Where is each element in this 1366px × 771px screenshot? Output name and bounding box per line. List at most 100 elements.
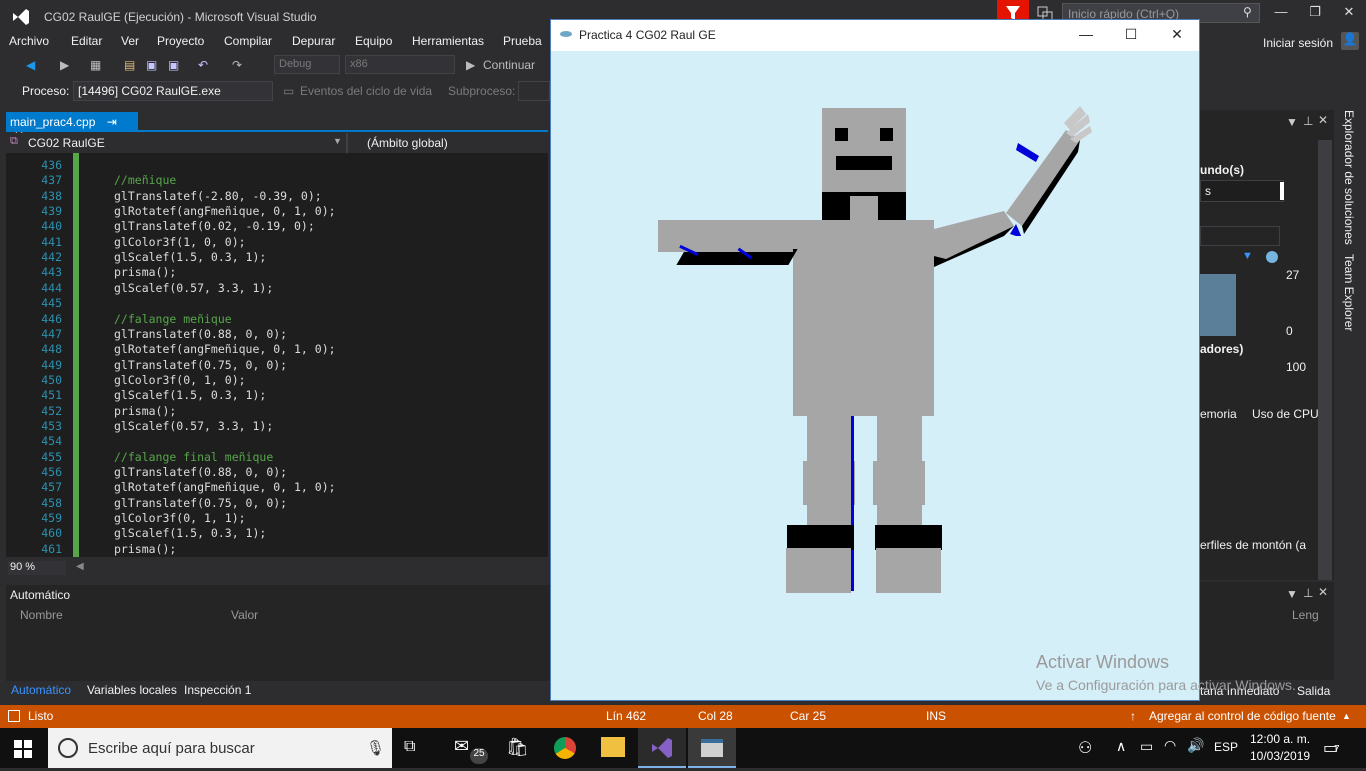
column-value[interactable]: Valor [231, 608, 258, 622]
menu-editar[interactable]: Editar [71, 32, 102, 52]
code-line[interactable]: glScalef(1.5, 0.3, 1); [114, 250, 266, 264]
column-language[interactable]: Leng [1292, 608, 1319, 622]
tab-autos[interactable]: Automático [11, 683, 71, 697]
visual-studio-taskbar-button[interactable] [638, 728, 686, 768]
forward-icon[interactable]: ▶ [60, 54, 69, 76]
process-select[interactable]: [14496] CG02 RaulGE.exe [73, 81, 273, 101]
menu-prueba[interactable]: Prueba [503, 32, 542, 52]
people-icon[interactable]: ⚇ [1078, 738, 1092, 758]
new-project-icon[interactable]: ▦ [90, 54, 101, 76]
menu-proyecto[interactable]: Proyecto [157, 32, 204, 52]
clock-time[interactable]: 12:00 a. m. [1250, 732, 1310, 746]
volume-icon[interactable]: 🔊 [1187, 737, 1204, 754]
add-source-control-button[interactable]: Agregar al control de código fuente [1149, 709, 1336, 723]
zoom-select[interactable]: 90 % [8, 561, 66, 575]
clock-date[interactable]: 10/03/2019 [1250, 749, 1310, 763]
thread-select[interactable] [518, 81, 550, 101]
close-panel-icon[interactable]: ✕ [1318, 113, 1328, 127]
tab-cpu[interactable]: Uso de CPU [1252, 407, 1319, 421]
code-line[interactable]: glTranslatef(0.75, 0, 0); [114, 496, 287, 510]
filter-input[interactable] [1200, 226, 1280, 246]
dropdown-icon[interactable]: ▼ [1286, 587, 1298, 601]
code-line[interactable]: glTranslatef(0.75, 0, 0); [114, 358, 287, 372]
lifecycle-events-button[interactable]: Eventos del ciclo de vida [300, 84, 432, 98]
menu-herramientas[interactable]: Herramientas [412, 32, 484, 52]
code-line[interactable]: glColor3f(0, 1, 1); [114, 511, 246, 525]
code-line[interactable]: glRotatef(angFmeñique, 0, 1, 0); [114, 342, 336, 356]
task-view-icon[interactable]: ⧉ [404, 738, 415, 756]
scroll-left-icon[interactable]: ◀ [76, 561, 84, 572]
code-line[interactable]: //falange final meñique [114, 450, 273, 464]
tab-solution-explorer[interactable]: Explorador de soluciones [1342, 110, 1356, 245]
pin-icon[interactable]: ⇥ [107, 115, 117, 129]
app-minimize-button[interactable]: — [1076, 26, 1096, 46]
back-icon[interactable]: ◀ [26, 54, 35, 76]
opengl-app-window[interactable]: Practica 4 CG02 Raul GE — ☐ ✕ [550, 19, 1200, 701]
chevron-up-icon[interactable]: ∧ [1116, 738, 1126, 755]
redo-icon[interactable]: ↷ [232, 54, 242, 76]
pin-icon[interactable]: ⊥ [1303, 586, 1313, 600]
code-line[interactable]: glTranslatef(0.02, -0.19, 0); [114, 219, 315, 233]
lifecycle-events-icon[interactable]: ▭ [283, 84, 294, 98]
code-line[interactable]: glTranslatef(-2.80, -0.39, 0); [114, 189, 322, 203]
code-line[interactable]: glRotatef(angFmeñique, 0, 1, 0); [114, 480, 336, 494]
continue-icon[interactable]: ▶ [466, 54, 475, 76]
save-icon[interactable]: ▣ [146, 54, 157, 76]
code-line[interactable]: glScalef(1.5, 0.3, 1); [114, 526, 266, 540]
timeline-cursor[interactable] [1280, 182, 1284, 200]
pin-icon[interactable]: ⊥ [1303, 114, 1313, 128]
minimize-button[interactable]: — [1264, 4, 1298, 24]
tab-memory[interactable]: emoria [1200, 407, 1237, 421]
code-line[interactable]: glTranslatef(0.88, 0, 0); [114, 327, 287, 341]
continue-button[interactable]: Continuar [483, 54, 535, 76]
save-all-icon[interactable]: ▣ [168, 54, 179, 76]
code-line[interactable]: glScalef(0.57, 3.3, 1); [114, 419, 273, 433]
render-canvas[interactable] [551, 51, 1199, 700]
code-line[interactable]: glTranslatef(0.88, 0, 0); [114, 465, 287, 479]
code-editor[interactable]: 436 437 //meñique 438 glTranslatef(-2.80, -0… [6, 153, 548, 557]
code-line[interactable]: glColor3f(1, 0, 0); [114, 235, 246, 249]
right-scrollbar[interactable] [1318, 140, 1332, 580]
taskbar-search[interactable]: Escribe aquí para buscar 🎙 [48, 728, 392, 768]
app-close-button[interactable]: ✕ [1167, 26, 1187, 46]
microphone-icon[interactable]: 🎙 [366, 739, 385, 757]
file-explorer-icon[interactable] [601, 737, 625, 757]
store-icon[interactable]: 🛍 [506, 737, 529, 758]
menu-depurar[interactable]: Depurar [292, 32, 335, 52]
code-line[interactable]: //meñique [114, 173, 176, 187]
app-maximize-button[interactable]: ☐ [1121, 26, 1141, 46]
account-icon[interactable]: 👤 [1341, 32, 1359, 50]
project-combo[interactable]: CG02 RaulGE [28, 136, 340, 150]
undo-icon[interactable]: ↶ [198, 54, 208, 76]
language-indicator[interactable]: ESP [1214, 740, 1238, 754]
close-panel-icon[interactable]: ✕ [1318, 585, 1328, 599]
code-line[interactable]: prisma(); [114, 265, 176, 279]
menu-archivo[interactable]: Archivo [9, 32, 49, 52]
dropdown-icon[interactable]: ▼ [1286, 115, 1298, 129]
code-line[interactable]: glColor3f(0, 1, 0); [114, 373, 246, 387]
code-line[interactable]: prisma(); [114, 542, 176, 556]
code-line[interactable]: prisma(); [114, 404, 176, 418]
sign-in-link[interactable]: Iniciar sesión [1263, 34, 1333, 54]
tab-team-explorer[interactable]: Team Explorer [1342, 254, 1356, 331]
scope-combo[interactable]: (Ámbito global) [367, 136, 448, 150]
battery-icon[interactable]: ▭ [1140, 738, 1153, 755]
menu-compilar[interactable]: Compilar [224, 32, 272, 52]
column-name[interactable]: Nombre [20, 608, 63, 622]
chrome-icon[interactable] [554, 737, 576, 759]
code-line[interactable]: glScalef(0.57, 3.3, 1); [114, 281, 273, 295]
app-taskbar-button[interactable] [688, 728, 736, 768]
chevron-up-icon[interactable]: ▲ [1342, 711, 1351, 721]
wifi-icon[interactable]: ◠ [1164, 737, 1176, 754]
platform-select[interactable]: x86 [345, 55, 455, 74]
code-line[interactable]: glScalef(1.5, 0.3, 1); [114, 388, 266, 402]
restore-button[interactable]: ❐ [1298, 4, 1332, 24]
open-file-icon[interactable]: ▤ [124, 54, 135, 76]
close-button[interactable]: ✕ [1332, 4, 1366, 24]
windows-start-icon[interactable] [14, 740, 32, 758]
tab-main-prac4[interactable]: main_prac4.cpp ⇥ ✕ [6, 112, 138, 143]
code-line[interactable]: //falange meñique [114, 312, 232, 326]
menu-ver[interactable]: Ver [121, 32, 139, 52]
configuration-select[interactable]: Debug [274, 55, 340, 74]
tab-output[interactable]: Salida [1297, 684, 1330, 698]
